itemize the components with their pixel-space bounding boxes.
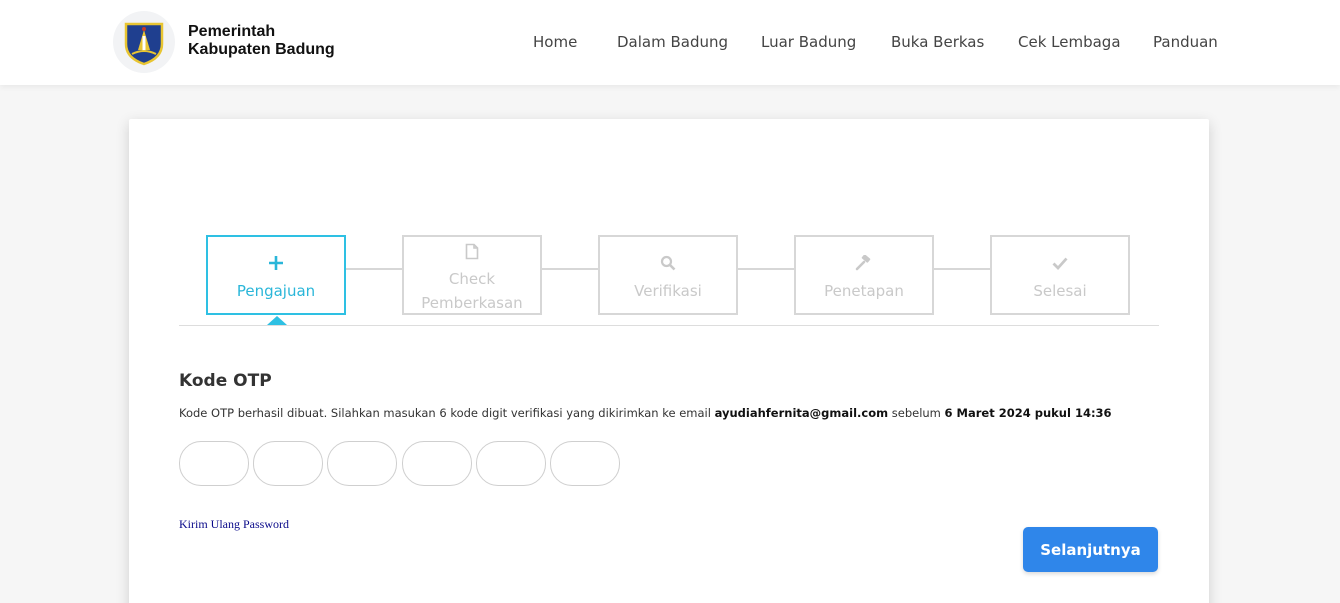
step-connector	[542, 268, 599, 270]
otp-email: ayudiahfernita@gmail.com	[714, 406, 889, 420]
stepper-divider	[179, 325, 1159, 326]
brand-line-2: Kabupaten Badung	[188, 41, 335, 58]
document-icon	[404, 243, 540, 263]
step-check-pemberkasan[interactable]: Check Pemberkasan	[402, 235, 542, 315]
nav-cek-lembaga[interactable]: Cek Lembaga	[1018, 33, 1121, 53]
plus-icon	[208, 255, 344, 275]
otp-digit-2[interactable]	[253, 441, 323, 486]
step-pengajuan[interactable]: Pengajuan	[206, 235, 346, 315]
otp-digit-6[interactable]	[550, 441, 620, 486]
step-connector	[738, 268, 795, 270]
resend-password-link[interactable]: Kirim Ulang Password	[179, 517, 289, 532]
badung-logo-icon[interactable]	[113, 11, 175, 73]
next-button[interactable]: Selanjutnya	[1023, 527, 1158, 572]
form-card: Pengajuan Check Pemberkasan Verifikasi P…	[129, 119, 1209, 603]
step-verifikasi[interactable]: Verifikasi	[598, 235, 738, 315]
otp-digit-5[interactable]	[476, 441, 546, 486]
search-icon	[600, 255, 736, 275]
step-label: Pengajuan	[236, 282, 316, 300]
otp-desc-middle: sebelum	[888, 406, 945, 420]
step-label: Penetapan	[824, 282, 904, 300]
nav-dalam-badung[interactable]: Dalam Badung	[617, 33, 728, 53]
step-label: Verifikasi	[634, 282, 702, 300]
step-label-line-2: Pemberkasan	[421, 294, 523, 312]
otp-deadline: 6 Maret 2024 pukul 14:36	[944, 406, 1112, 420]
otp-title: Kode OTP	[179, 371, 272, 391]
otp-description: Kode OTP berhasil dibuat. Silahkan masuk…	[179, 406, 1112, 420]
check-icon	[992, 255, 1128, 275]
otp-digit-3[interactable]	[327, 441, 397, 486]
otp-digit-1[interactable]	[179, 441, 249, 486]
nav-panduan[interactable]: Panduan	[1153, 33, 1218, 53]
gavel-icon	[796, 254, 932, 275]
step-selesai[interactable]: Selesai	[990, 235, 1130, 315]
nav-home[interactable]: Home	[533, 33, 577, 53]
step-connector	[346, 268, 403, 270]
brand-title: Pemerintah Kabupaten Badung	[188, 23, 335, 59]
otp-desc-prefix: Kode OTP berhasil dibuat. Silahkan masuk…	[179, 406, 715, 420]
step-penetapan[interactable]: Penetapan	[794, 235, 934, 315]
otp-digit-4[interactable]	[402, 441, 472, 486]
brand-line-1: Pemerintah	[188, 23, 276, 40]
active-step-pointer	[267, 316, 287, 325]
nav-buka-berkas[interactable]: Buka Berkas	[891, 33, 984, 53]
step-label: Selesai	[1033, 282, 1087, 300]
nav-luar-badung[interactable]: Luar Badung	[761, 33, 856, 53]
step-connector	[934, 268, 991, 270]
site-header: Pemerintah Kabupaten Badung Home Dalam B…	[0, 0, 1340, 85]
step-label-line-1: Check	[448, 270, 496, 288]
